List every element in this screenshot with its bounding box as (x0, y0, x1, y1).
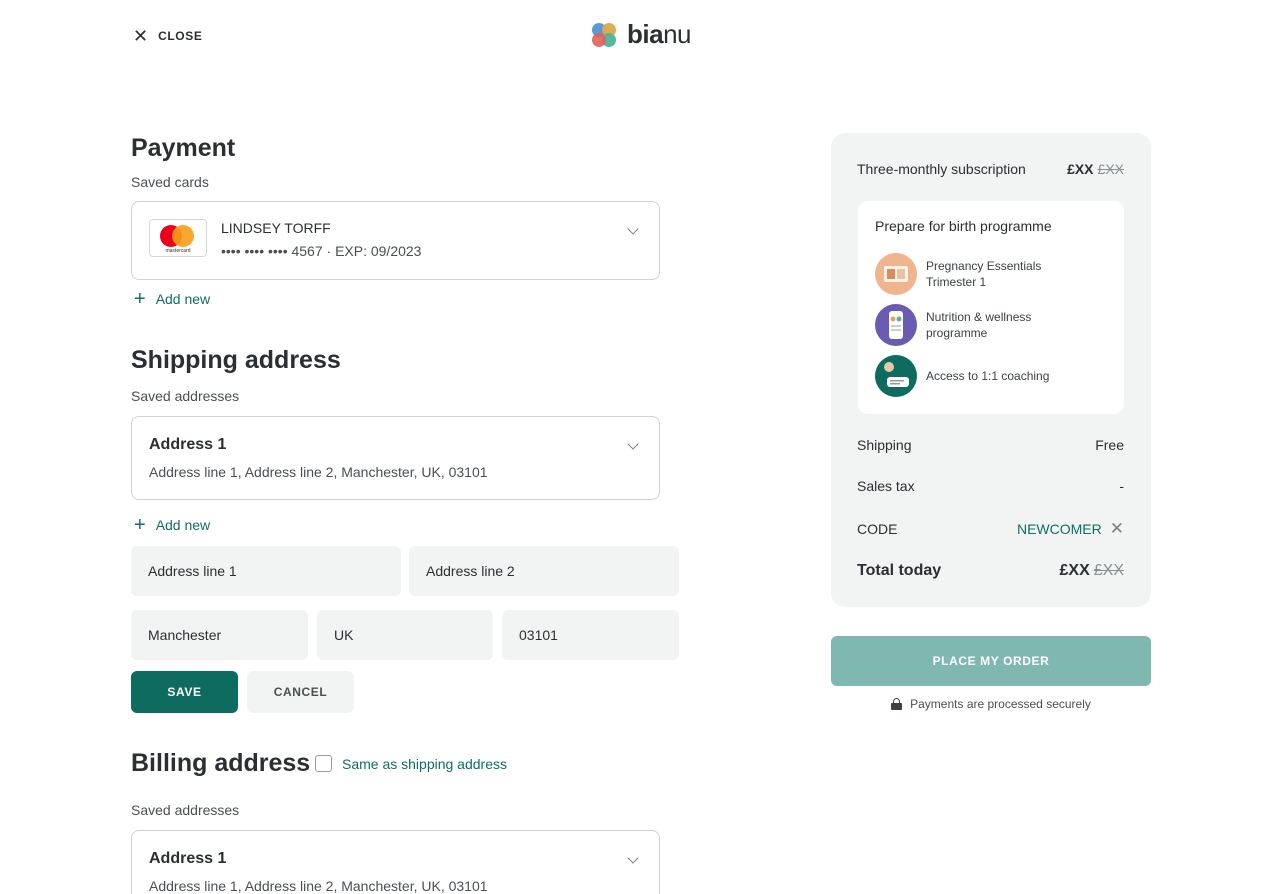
shipping-title: Shipping address (131, 346, 341, 374)
pregnancy-essentials-thumbnail (875, 253, 917, 295)
billing-address-line: Address line 1, Address line 2, Manchest… (149, 878, 488, 894)
save-button[interactable]: SAVE (131, 671, 238, 713)
postcode-input[interactable] (502, 610, 679, 660)
saved-cards-label: Saved cards (131, 174, 209, 190)
sales-tax-value: - (1119, 478, 1124, 494)
payment-title: Payment (131, 134, 236, 162)
add-new-card-label: Add new (155, 291, 211, 307)
total-label: Total today (857, 562, 942, 579)
billing-address-select[interactable]: Address 1 Address line 1, Address line 2… (131, 830, 660, 894)
subscription-row: Three-monthly subscription £XX £XX (857, 161, 1124, 177)
nutrition-wellness-thumbnail (875, 304, 917, 346)
shipping-label: Shipping (857, 437, 912, 453)
total-old-price: £XX (1093, 562, 1124, 579)
card-number: •••• •••• •••• 4567 · EXP: 09/2023 (221, 243, 422, 259)
cancel-button[interactable]: CANCEL (247, 671, 354, 713)
programme-item-label: Pregnancy Essentials Trimester 1 (926, 259, 1042, 289)
programme-item: Pregnancy Essentials Trimester 1 (875, 253, 1066, 295)
chevron-down-icon (627, 852, 639, 864)
sales-tax-row: Sales tax - (857, 478, 1124, 494)
address-line: Address line 1, Address line 2, Manchest… (149, 464, 488, 480)
close-label: CLOSE (158, 29, 203, 43)
lock-icon (891, 698, 903, 710)
brand-name: bianu (627, 19, 691, 50)
promo-code-value: NEWCOMER (1016, 521, 1102, 537)
chevron-down-icon (627, 223, 639, 235)
mastercard-icon: mastercard (149, 219, 207, 257)
programme-item: Access to 1:1 coaching (875, 355, 1066, 397)
secure-note: Payments are processed securely (831, 697, 1151, 711)
plus-icon: + (134, 288, 146, 310)
subscription-old-price: £XX (1097, 161, 1124, 177)
add-new-card-link[interactable]: + Add new (134, 289, 210, 309)
sales-tax-label: Sales tax (857, 478, 915, 494)
programme-item-label: Nutrition & wellness programme (926, 310, 1032, 340)
total-price: £XX (1059, 562, 1090, 579)
billing-saved-addresses-label: Saved addresses (131, 802, 240, 818)
billing-title: Billing address (131, 749, 311, 777)
city-input[interactable] (131, 610, 308, 660)
same-as-shipping-toggle[interactable]: Same as shipping address (315, 755, 507, 772)
programme-card: Prepare for birth programme Pregnancy Es… (858, 201, 1124, 414)
subscription-price: £XX (1067, 161, 1094, 177)
brand-name-light: nu (663, 19, 691, 49)
shipping-value: Free (1095, 437, 1124, 453)
subscription-label: Three-monthly subscription (857, 161, 1026, 177)
brand-name-bold: bia (627, 19, 664, 49)
country-input[interactable] (317, 610, 493, 660)
place-order-button[interactable]: PLACE MY ORDER (831, 636, 1151, 686)
code-label: CODE (857, 521, 898, 537)
mastercard-text: mastercard (165, 248, 191, 254)
programme-item: Nutrition & wellness programme (875, 304, 1066, 346)
billing-address-name: Address 1 (149, 850, 227, 867)
address-line2-input[interactable] (409, 546, 679, 596)
saved-addresses-label: Saved addresses (131, 388, 240, 404)
order-summary: Three-monthly subscription £XX £XX Prepar… (831, 133, 1151, 607)
programme-title: Prepare for birth programme (875, 218, 1052, 234)
close-button[interactable]: ✕ CLOSE (133, 27, 202, 45)
logo-mark-icon (592, 22, 616, 47)
programme-item-label: Access to 1:1 coaching (926, 369, 1050, 383)
close-icon: ✕ (133, 26, 149, 46)
shipping-row: Shipping Free (857, 437, 1124, 453)
code-row: CODE NEWCOMER ✕ (857, 519, 1124, 539)
total-row: Total today £XX £XX (857, 562, 1124, 580)
plus-icon: + (134, 514, 146, 536)
chevron-down-icon (627, 438, 639, 450)
shipping-address-select[interactable]: Address 1 Address line 1, Address line 2… (131, 416, 660, 500)
same-as-shipping-checkbox[interactable] (315, 755, 332, 772)
saved-card-select[interactable]: mastercard LINDSEY TORFF •••• •••• •••• … (131, 201, 660, 280)
same-as-shipping-label: Same as shipping address (342, 755, 507, 772)
brand-logo: bianu (589, 19, 691, 50)
address-line1-input[interactable] (131, 546, 401, 596)
address-name: Address 1 (149, 436, 227, 453)
remove-code-icon[interactable]: ✕ (1110, 519, 1124, 539)
add-new-address-link[interactable]: + Add new (134, 515, 210, 535)
secure-note-text: Payments are processed securely (910, 697, 1091, 711)
add-new-address-label: Add new (155, 517, 211, 533)
card-holder-name: LINDSEY TORFF (221, 220, 331, 236)
coaching-thumbnail (875, 355, 917, 397)
